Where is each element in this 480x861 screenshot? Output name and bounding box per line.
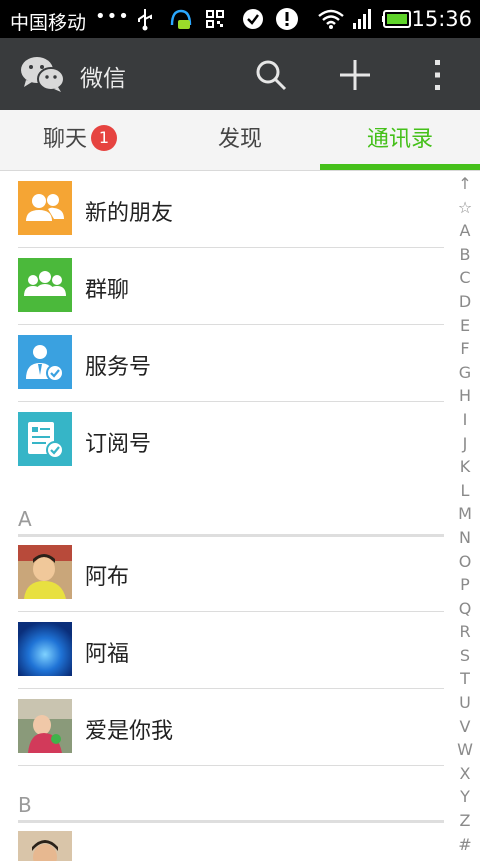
check-circle-icon	[243, 9, 263, 29]
tab-chats[interactable]: 聊天 1	[0, 110, 160, 170]
divider	[18, 765, 444, 766]
service-account-icon	[18, 335, 72, 389]
search-icon[interactable]	[254, 58, 288, 92]
carrier-label: 中国移动	[10, 12, 87, 34]
avatar	[18, 545, 72, 599]
alphabet-index-item[interactable]: Q	[450, 597, 480, 621]
contact-name: 阿福	[85, 642, 130, 667]
tab-discover[interactable]: 发现	[160, 110, 320, 170]
qr-code-icon	[206, 10, 224, 28]
alphabet-index-item[interactable]: H	[450, 384, 480, 408]
notification-dots: •••	[95, 6, 130, 27]
tab-discover-label: 发现	[217, 127, 262, 152]
section-header-b: B	[0, 793, 450, 823]
alphabet-index-item[interactable]: D	[450, 290, 480, 314]
alphabet-index-item[interactable]: N	[450, 526, 480, 550]
alphabet-index-item[interactable]: O	[450, 550, 480, 574]
subscription-icon	[18, 412, 72, 466]
qq-notification-icon	[170, 9, 192, 29]
alphabet-index-item[interactable]: L	[450, 479, 480, 503]
app-bar: 微信	[0, 38, 480, 110]
alphabet-index-item[interactable]: K	[450, 455, 480, 479]
alphabet-index-item[interactable]: W	[450, 738, 480, 762]
contact-row[interactable]: 爱是你我	[0, 689, 450, 766]
contact-row[interactable]	[0, 821, 450, 861]
list-item-subscriptions[interactable]: 订阅号	[0, 402, 450, 479]
alphabet-index-item[interactable]: M	[450, 502, 480, 526]
alphabet-index-item[interactable]: U	[450, 691, 480, 715]
alphabet-index-item[interactable]: S	[450, 644, 480, 668]
list-item-new-friends[interactable]: 新的朋友	[0, 171, 450, 248]
alphabet-index-item[interactable]: Z	[450, 809, 480, 833]
clock: 15:36	[411, 7, 472, 31]
list-item-label: 服务号	[85, 355, 152, 380]
contact-name: 爱是你我	[85, 719, 174, 744]
alphabet-index-item[interactable]: F	[450, 337, 480, 361]
active-tab-indicator	[320, 164, 480, 170]
app-title: 微信	[80, 66, 126, 92]
avatar	[18, 622, 72, 676]
alphabet-index-item[interactable]: ☆	[450, 196, 480, 220]
tab-contacts[interactable]: 通讯录	[320, 110, 480, 170]
alphabet-index-item[interactable]: I	[450, 408, 480, 432]
wechat-logo-icon[interactable]	[20, 54, 66, 94]
avatar	[18, 831, 72, 861]
alphabet-index-item[interactable]: T	[450, 667, 480, 691]
alphabet-index-item[interactable]: ↑	[450, 172, 480, 196]
status-bar: 中国移动 ••• 15:36	[0, 0, 480, 38]
alphabet-index-item[interactable]: V	[450, 715, 480, 739]
group-chat-icon	[18, 258, 72, 312]
usb-icon	[138, 9, 152, 31]
avatar	[18, 699, 72, 753]
battery-icon	[382, 10, 411, 28]
contact-name: 阿布	[85, 565, 130, 590]
alphabet-index-item[interactable]: B	[450, 243, 480, 267]
new-friends-icon	[18, 181, 72, 235]
alphabet-index-item[interactable]: R	[450, 620, 480, 644]
unread-badge: 1	[91, 125, 117, 151]
contact-row[interactable]: 阿布	[0, 535, 450, 612]
tab-contacts-label: 通讯录	[366, 127, 433, 152]
contact-row[interactable]: 阿福	[0, 612, 450, 689]
tab-bar: 聊天 1 发现 通讯录	[0, 110, 480, 171]
add-icon[interactable]	[338, 58, 372, 92]
list-item-service-accounts[interactable]: 服务号	[0, 325, 450, 402]
alphabet-index-item[interactable]: Y	[450, 785, 480, 809]
list-item-label: 新的朋友	[85, 201, 174, 226]
tab-chats-label: 聊天	[42, 127, 87, 152]
alphabet-index-item[interactable]: P	[450, 573, 480, 597]
alphabet-index-item[interactable]: A	[450, 219, 480, 243]
section-header-a: A	[0, 507, 450, 537]
alphabet-index-item[interactable]: E	[450, 314, 480, 338]
alphabet-index-item[interactable]: X	[450, 762, 480, 786]
alphabet-index-item[interactable]: G	[450, 361, 480, 385]
list-item-label: 订阅号	[85, 432, 152, 457]
list-item-label: 群聊	[85, 278, 130, 303]
alphabet-index[interactable]: ↑ ☆ A B C D E F G H I J K L M N O P Q R S T U V W X Y Z #	[450, 172, 480, 856]
section-letter: B	[18, 793, 32, 817]
section-letter: A	[18, 507, 32, 531]
alert-icon	[276, 8, 298, 30]
signal-icon	[353, 9, 371, 29]
alphabet-index-item[interactable]: C	[450, 266, 480, 290]
alphabet-index-item[interactable]: J	[450, 432, 480, 456]
wifi-icon	[318, 9, 344, 29]
more-menu-icon[interactable]	[420, 58, 454, 92]
list-item-group-chats[interactable]: 群聊	[0, 248, 450, 325]
alphabet-index-item[interactable]: #	[450, 833, 480, 857]
